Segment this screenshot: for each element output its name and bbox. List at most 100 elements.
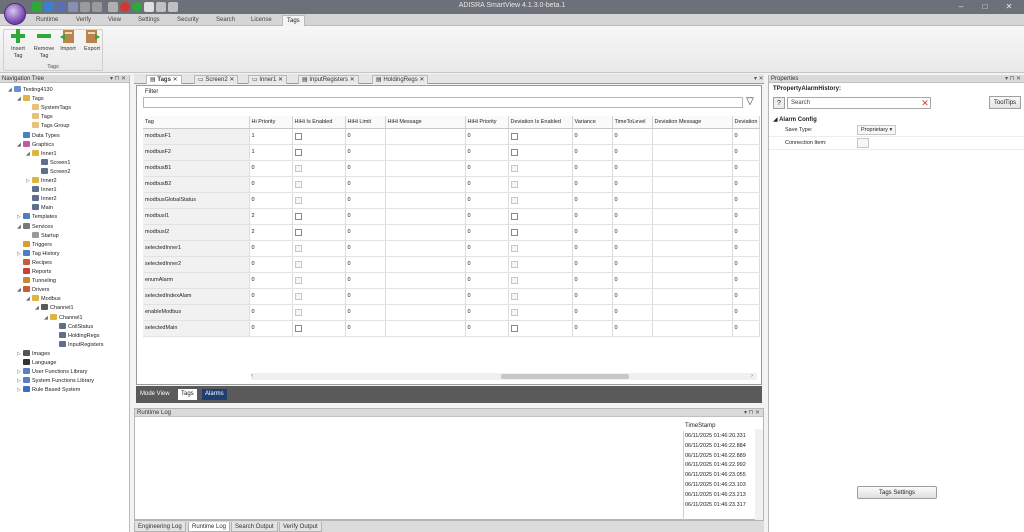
- table-cell[interactable]: 0: [732, 144, 760, 161]
- property-category[interactable]: ◢ Alarm Config: [773, 116, 817, 123]
- table-cell[interactable]: [292, 240, 346, 257]
- tree-node[interactable]: ▷ Images: [17, 349, 50, 359]
- mode-tags-button[interactable]: Tags: [178, 389, 197, 400]
- open-icon[interactable]: [44, 2, 54, 12]
- table-cell[interactable]: modbusGlobalStatus: [143, 192, 250, 209]
- doc-tab-holdingregs[interactable]: ▤ HoldingRegs ✕: [372, 75, 429, 84]
- tree-node[interactable]: ◢ Inner1: [26, 149, 57, 159]
- table-cell[interactable]: 0: [572, 144, 613, 161]
- table-cell[interactable]: [508, 320, 573, 337]
- close-tab-icon[interactable]: ✕: [173, 77, 178, 83]
- table-cell[interactable]: 0: [249, 304, 293, 321]
- table-cell[interactable]: 0: [345, 176, 386, 193]
- checkbox[interactable]: [294, 196, 302, 204]
- table-row[interactable]: selectedMain 0 0 0 0 0 0: [143, 320, 760, 337]
- tree-node[interactable]: SystemTags: [26, 104, 71, 113]
- table-cell[interactable]: [292, 272, 346, 289]
- table-cell[interactable]: [652, 208, 733, 225]
- stop-icon[interactable]: [120, 2, 130, 12]
- maximize-icon[interactable]: □: [974, 1, 996, 12]
- tree-node[interactable]: Tags: [26, 113, 53, 122]
- table-cell[interactable]: 0: [345, 128, 386, 145]
- ribbon-tab-search[interactable]: Search: [212, 15, 239, 26]
- save-all-icon[interactable]: [68, 2, 78, 12]
- table-row[interactable]: modbusI2 2 0 0 0 0 0: [143, 224, 760, 241]
- export-button[interactable]: Export: [80, 28, 104, 53]
- table-cell[interactable]: [652, 320, 733, 337]
- filter-input[interactable]: [143, 97, 743, 108]
- table-cell[interactable]: [292, 224, 346, 241]
- window-icon[interactable]: [168, 2, 178, 12]
- tree-node[interactable]: ◢ Channel1: [35, 304, 74, 313]
- tree-node[interactable]: Screen2: [35, 167, 71, 177]
- tab-verify-output[interactable]: Verify Output: [279, 522, 322, 532]
- table-row[interactable]: selectedInner2 0 0 0 0 0 0: [143, 256, 760, 273]
- table-cell[interactable]: 0: [249, 320, 293, 337]
- checkbox[interactable]: [294, 324, 302, 332]
- ribbon-tab-view[interactable]: View: [104, 15, 125, 26]
- table-cell[interactable]: [292, 320, 346, 337]
- table-cell[interactable]: 0: [465, 288, 509, 305]
- checkbox[interactable]: [294, 292, 302, 300]
- tree-node[interactable]: Data Types: [17, 131, 60, 141]
- checkbox[interactable]: [294, 260, 302, 268]
- panel-controls-icon[interactable]: ▾ ⊓ ✕: [1005, 75, 1021, 83]
- table-cell[interactable]: 0: [732, 320, 760, 337]
- horizontal-scrollbar[interactable]: [251, 373, 757, 380]
- table-cell[interactable]: [508, 128, 573, 145]
- table-cell[interactable]: 0: [732, 304, 760, 321]
- undo-icon[interactable]: [80, 2, 90, 12]
- column-header[interactable]: HiHi Limit: [345, 116, 386, 129]
- table-cell[interactable]: [508, 272, 573, 289]
- table-cell[interactable]: [652, 128, 733, 145]
- table-cell[interactable]: [652, 240, 733, 257]
- column-header[interactable]: Hi Priority: [249, 116, 293, 129]
- table-cell[interactable]: selectedInner1: [143, 240, 250, 257]
- mode-alarms-button[interactable]: Alarms: [202, 389, 227, 400]
- tree-node[interactable]: InputRegisters: [53, 340, 103, 350]
- insert-tag-button[interactable]: Insert Tag: [6, 28, 30, 60]
- checkbox[interactable]: [510, 324, 518, 332]
- checkbox[interactable]: [510, 244, 518, 252]
- table-cell[interactable]: 0: [612, 208, 653, 225]
- checkbox[interactable]: [510, 196, 518, 204]
- tree-node[interactable]: HoldingRegs: [53, 331, 100, 341]
- table-row[interactable]: modbusF1 1 0 0 0 0 0: [143, 128, 760, 145]
- table-cell[interactable]: [385, 240, 466, 257]
- verify-icon[interactable]: [144, 2, 154, 12]
- table-cell[interactable]: 0: [465, 192, 509, 209]
- table-cell[interactable]: [652, 256, 733, 273]
- checkbox[interactable]: [510, 260, 518, 268]
- remove-tag-button[interactable]: Remove Tag: [32, 28, 56, 60]
- checkbox[interactable]: [294, 244, 302, 252]
- table-cell[interactable]: modbusI1: [143, 208, 250, 225]
- tree-node[interactable]: ◢ Graphics: [17, 140, 54, 150]
- table-cell[interactable]: 0: [732, 208, 760, 225]
- table-cell[interactable]: 0: [732, 176, 760, 193]
- minimize-icon[interactable]: –: [950, 1, 972, 12]
- table-cell[interactable]: 0: [249, 192, 293, 209]
- save-type-select[interactable]: Proprietary ▾: [857, 125, 897, 135]
- checkbox[interactable]: [294, 148, 302, 156]
- table-cell[interactable]: 0: [612, 272, 653, 289]
- checkbox[interactable]: [294, 164, 302, 172]
- table-cell[interactable]: 0: [249, 256, 293, 273]
- tree-node[interactable]: ▷ Templates: [17, 213, 57, 222]
- table-cell[interactable]: 0: [465, 160, 509, 177]
- checkbox[interactable]: [510, 180, 518, 188]
- tab-runtime-log[interactable]: Runtime Log: [188, 522, 231, 532]
- table-cell[interactable]: 0: [732, 160, 760, 177]
- table-cell[interactable]: modbusF1: [143, 128, 250, 145]
- table-cell[interactable]: 0: [249, 160, 293, 177]
- table-cell[interactable]: [292, 176, 346, 193]
- table-cell[interactable]: 0: [345, 224, 386, 241]
- tab-search-output[interactable]: Search Output: [231, 522, 278, 532]
- tree-node[interactable]: ▷ System Functions Library: [17, 377, 94, 386]
- table-cell[interactable]: [385, 160, 466, 177]
- table-row[interactable]: modbusB2 0 0 0 0 0 0: [143, 176, 760, 193]
- table-cell[interactable]: [385, 144, 466, 161]
- tree-node[interactable]: Main: [26, 204, 53, 213]
- checkbox[interactable]: [510, 212, 518, 220]
- table-cell[interactable]: [385, 176, 466, 193]
- app-logo[interactable]: [4, 3, 26, 25]
